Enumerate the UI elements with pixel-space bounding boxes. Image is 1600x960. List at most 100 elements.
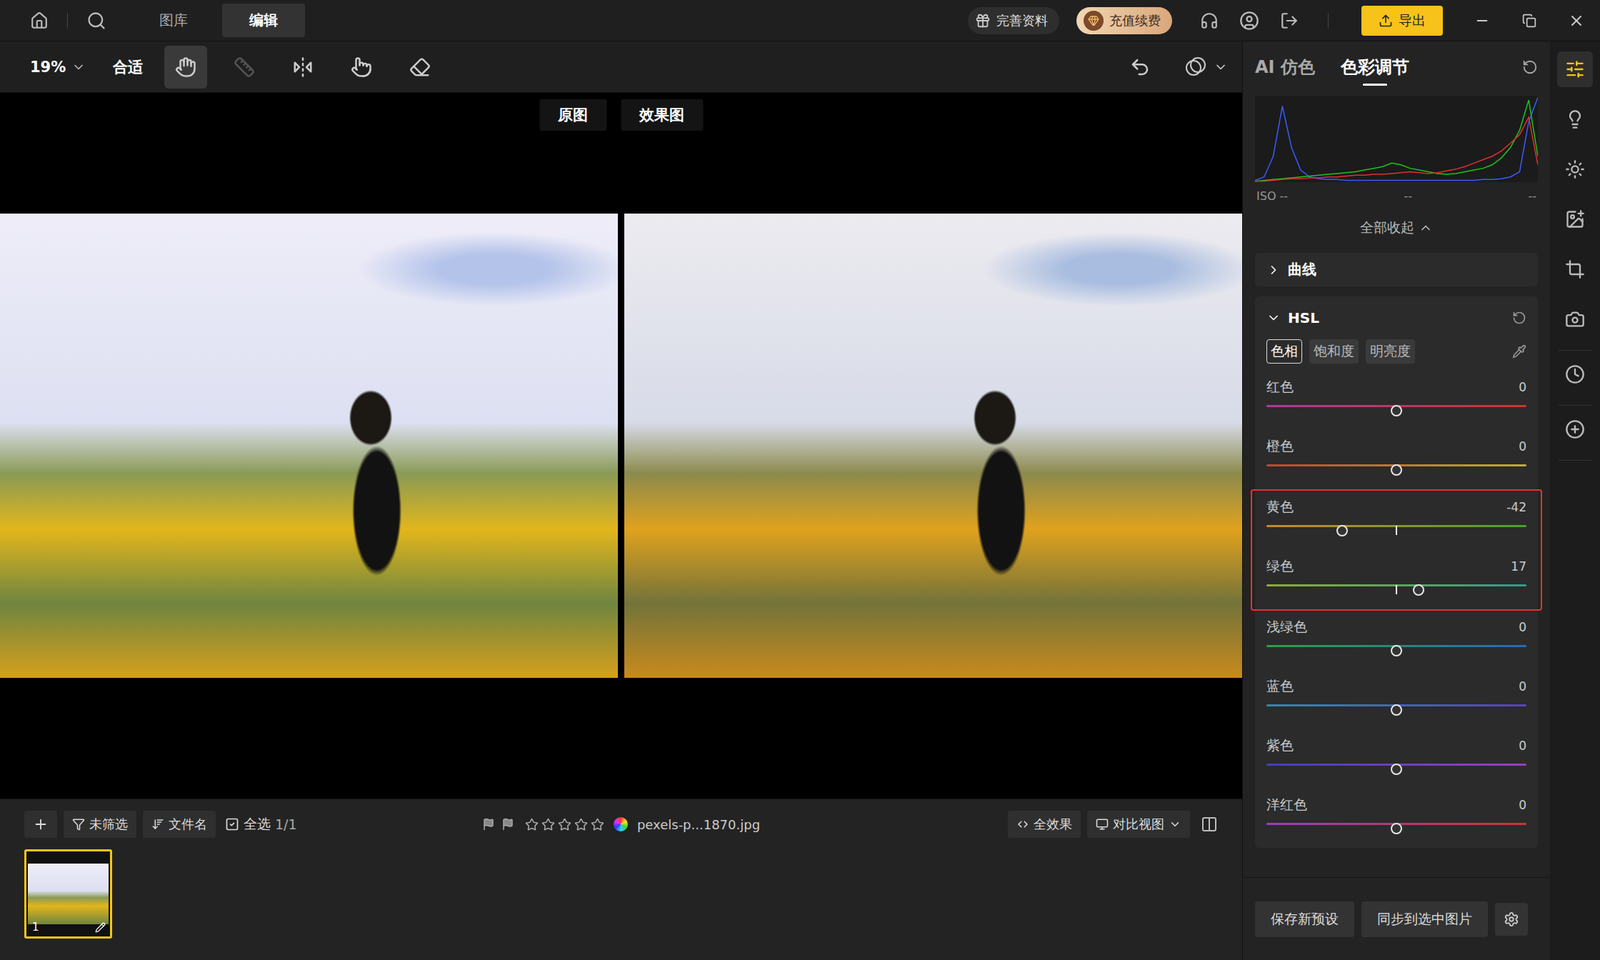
reject-flag-icon[interactable] bbox=[501, 817, 515, 831]
chevron-down-icon[interactable] bbox=[1213, 60, 1228, 75]
slider[interactable] bbox=[1266, 704, 1527, 716]
star-icon[interactable] bbox=[525, 817, 539, 832]
search-icon[interactable] bbox=[86, 10, 107, 31]
gear-icon[interactable] bbox=[1503, 911, 1520, 928]
idea-tool-button[interactable] bbox=[1557, 101, 1593, 138]
split-view-icon[interactable] bbox=[1200, 815, 1218, 833]
undo-button[interactable] bbox=[1129, 56, 1151, 78]
star-icon[interactable] bbox=[541, 817, 555, 832]
filter-button[interactable]: 未筛选 bbox=[63, 810, 137, 838]
history-tool-button[interactable] bbox=[1557, 356, 1593, 393]
save-preset-button[interactable]: 保存新预设 bbox=[1255, 901, 1355, 938]
undo-icon[interactable] bbox=[1129, 56, 1151, 78]
thumbnail[interactable]: 1 bbox=[24, 849, 113, 939]
hsl-tab[interactable]: 饱和度 bbox=[1309, 339, 1359, 364]
camera-tool-button[interactable] bbox=[1557, 301, 1593, 338]
light-tool-button[interactable] bbox=[1557, 151, 1593, 188]
slider-thumb[interactable] bbox=[1390, 645, 1403, 657]
logout-icon[interactable] bbox=[1280, 11, 1299, 30]
effect-toggle-button[interactable]: 全效果 bbox=[1007, 810, 1081, 838]
star-icon[interactable] bbox=[590, 817, 605, 832]
star-icon[interactable] bbox=[557, 817, 572, 832]
slider[interactable] bbox=[1266, 464, 1527, 476]
slider[interactable] bbox=[1266, 822, 1527, 835]
slider[interactable] bbox=[1266, 405, 1527, 417]
checkbox-checked-icon[interactable] bbox=[225, 817, 240, 832]
restore-icon[interactable] bbox=[1522, 13, 1537, 28]
hand-tool-button[interactable] bbox=[164, 45, 208, 89]
account-button[interactable] bbox=[1229, 10, 1270, 31]
collapse-all-button[interactable]: 全部收起 bbox=[1255, 218, 1538, 238]
export-button[interactable]: 导出 bbox=[1361, 5, 1443, 36]
eyedropper-icon[interactable] bbox=[1512, 344, 1527, 359]
image-tool-button[interactable] bbox=[1557, 201, 1593, 238]
slider-thumb[interactable] bbox=[1390, 464, 1403, 476]
slider-value[interactable]: 0 bbox=[1518, 797, 1527, 813]
photo[interactable] bbox=[0, 213, 618, 678]
slider-thumb[interactable] bbox=[1390, 704, 1403, 716]
reset-icon[interactable] bbox=[1512, 310, 1527, 325]
heal-tool-button[interactable] bbox=[398, 45, 442, 89]
slider-thumb[interactable] bbox=[1412, 584, 1425, 596]
slider-value[interactable]: 0 bbox=[1518, 439, 1527, 454]
adjust-tool-button[interactable] bbox=[1557, 51, 1593, 88]
photo[interactable] bbox=[624, 213, 1243, 678]
support-button[interactable] bbox=[1189, 11, 1230, 30]
restore-button[interactable] bbox=[1505, 13, 1553, 28]
close-button[interactable] bbox=[1552, 12, 1600, 30]
star-icon[interactable] bbox=[574, 817, 588, 832]
slider-value[interactable]: 17 bbox=[1510, 559, 1527, 574]
slider-thumb[interactable] bbox=[1336, 525, 1348, 537]
logout-button[interactable] bbox=[1269, 11, 1310, 30]
slider[interactable] bbox=[1266, 525, 1527, 537]
slider-thumb[interactable] bbox=[1390, 763, 1403, 775]
add-button[interactable] bbox=[24, 810, 58, 838]
add-tool-button[interactable] bbox=[1557, 411, 1593, 448]
search-button[interactable] bbox=[86, 10, 107, 31]
crop-tool-button[interactable] bbox=[1557, 251, 1593, 288]
fit-button[interactable]: 合适 bbox=[112, 57, 143, 78]
profile-button[interactable]: 完善资料 bbox=[967, 7, 1060, 35]
compare-icon[interactable] bbox=[1183, 55, 1208, 80]
headset-icon[interactable] bbox=[1200, 11, 1219, 30]
compare-button[interactable] bbox=[1183, 55, 1228, 80]
zoom-dropdown[interactable]: 19% bbox=[30, 58, 86, 76]
hsl-tab[interactable]: 明亮度 bbox=[1365, 339, 1415, 364]
sync-button[interactable]: 同步到选中图片 bbox=[1361, 901, 1488, 938]
home-button[interactable] bbox=[30, 11, 49, 30]
slider[interactable] bbox=[1266, 645, 1527, 657]
nav-tab[interactable]: 编辑 bbox=[222, 3, 305, 38]
section-header[interactable]: 曲线 bbox=[1255, 252, 1538, 287]
select-all-checkbox[interactable]: 全选1/1 bbox=[222, 815, 300, 834]
nav-tab[interactable]: 图库 bbox=[132, 3, 215, 38]
section-header[interactable]: HSL bbox=[1255, 296, 1538, 337]
home-icon[interactable] bbox=[30, 11, 49, 30]
panel-tab[interactable]: AI 仿色 bbox=[1255, 55, 1315, 79]
panel-tab[interactable]: 色彩调节 bbox=[1340, 55, 1410, 79]
close-icon[interactable] bbox=[1567, 12, 1585, 30]
slider-value[interactable]: 0 bbox=[1518, 620, 1527, 635]
slider-value[interactable]: 0 bbox=[1518, 738, 1527, 753]
settings-button[interactable] bbox=[1495, 902, 1528, 936]
slider[interactable] bbox=[1266, 763, 1527, 775]
slider-value[interactable]: -42 bbox=[1506, 500, 1527, 515]
hsl-tab[interactable]: 色相 bbox=[1266, 339, 1303, 364]
slider[interactable] bbox=[1266, 584, 1527, 596]
minimize-icon[interactable] bbox=[1474, 12, 1490, 29]
view-mode-dropdown[interactable]: 对比视图 bbox=[1087, 810, 1190, 838]
workspace: 19%合适原图效果图未筛选文件名全选1/1pexels-p...1870.jpg… bbox=[0, 41, 1600, 960]
renew-button[interactable]: 充值续费 bbox=[1076, 7, 1173, 35]
color-label-icon[interactable] bbox=[613, 817, 628, 832]
split-view-button[interactable] bbox=[1200, 815, 1218, 833]
slider-value[interactable]: 0 bbox=[1518, 380, 1527, 395]
reset-icon[interactable] bbox=[1522, 59, 1538, 75]
slider-thumb[interactable] bbox=[1390, 405, 1403, 417]
slider-value[interactable]: 0 bbox=[1518, 679, 1527, 694]
minimize-button[interactable] bbox=[1458, 12, 1506, 29]
touch-tool-button[interactable] bbox=[340, 45, 383, 89]
slider-thumb[interactable] bbox=[1390, 822, 1403, 835]
sort-button[interactable]: 文件名 bbox=[142, 810, 216, 838]
user-icon[interactable] bbox=[1239, 10, 1260, 31]
pick-flag-icon[interactable] bbox=[482, 817, 495, 831]
flip-tool-button[interactable] bbox=[281, 45, 325, 89]
